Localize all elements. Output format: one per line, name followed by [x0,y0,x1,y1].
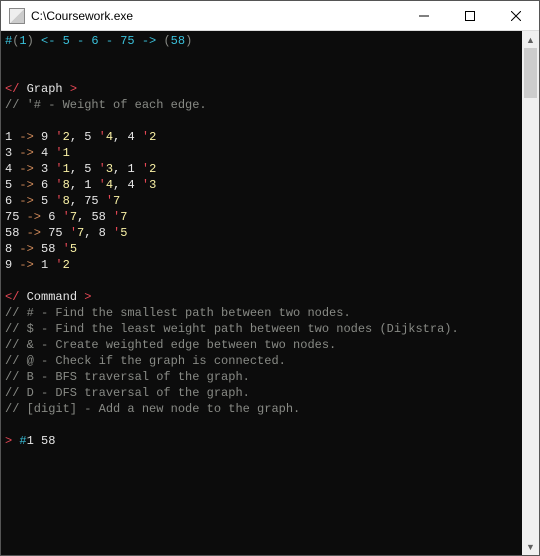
graph-edge-line: 75 -> 6 '7, 58 '7 [5,209,518,225]
graph-edge-line: 58 -> 75 '7, 8 '5 [5,225,518,241]
scroll-up-button[interactable]: ▲ [522,31,539,48]
command-section-header: </ Command > [5,289,518,305]
maximize-button[interactable] [447,1,493,30]
graph-edge-line: 4 -> 3 '1, 5 '3, 1 '2 [5,161,518,177]
window-controls [401,1,539,30]
window-titlebar: C:\Coursework.exe [1,1,539,31]
graph-edge-line: 6 -> 5 '8, 75 '7 [5,193,518,209]
command-help-line: // B - BFS traversal of the graph. [5,369,518,385]
graph-edge-line: 3 -> 4 '1 [5,145,518,161]
console-output[interactable]: #(1) <- 5 - 6 - 75 -> (58) </ Graph >// '… [1,31,522,555]
command-help-line: // [digit] - Add a new node to the graph… [5,401,518,417]
path-header: #(1) <- 5 - 6 - 75 -> (58) [5,33,518,49]
client-area: #(1) <- 5 - 6 - 75 -> (58) </ Graph >// '… [1,31,539,555]
app-icon [9,8,25,24]
graph-legend: // '# - Weight of each edge. [5,97,518,113]
window-title: C:\Coursework.exe [31,9,401,23]
command-help-line: // D - DFS traversal of the graph. [5,385,518,401]
prompt-line[interactable]: > #1 58 [5,433,518,449]
close-button[interactable] [493,1,539,30]
graph-edge-line: 1 -> 9 '2, 5 '4, 4 '2 [5,129,518,145]
graph-section-header: </ Graph > [5,81,518,97]
graph-edge-line: 8 -> 58 '5 [5,241,518,257]
vertical-scrollbar[interactable]: ▲ ▼ [522,31,539,555]
scroll-down-button[interactable]: ▼ [522,538,539,555]
command-help-line: // & - Create weighted edge between two … [5,337,518,353]
command-help-line: // $ - Find the least weight path betwee… [5,321,518,337]
command-help-line: // # - Find the smallest path between tw… [5,305,518,321]
minimize-button[interactable] [401,1,447,30]
graph-edge-line: 5 -> 6 '8, 1 '4, 4 '3 [5,177,518,193]
graph-edge-line: 9 -> 1 '2 [5,257,518,273]
command-help-line: // @ - Check if the graph is connected. [5,353,518,369]
scroll-thumb[interactable] [524,48,537,98]
